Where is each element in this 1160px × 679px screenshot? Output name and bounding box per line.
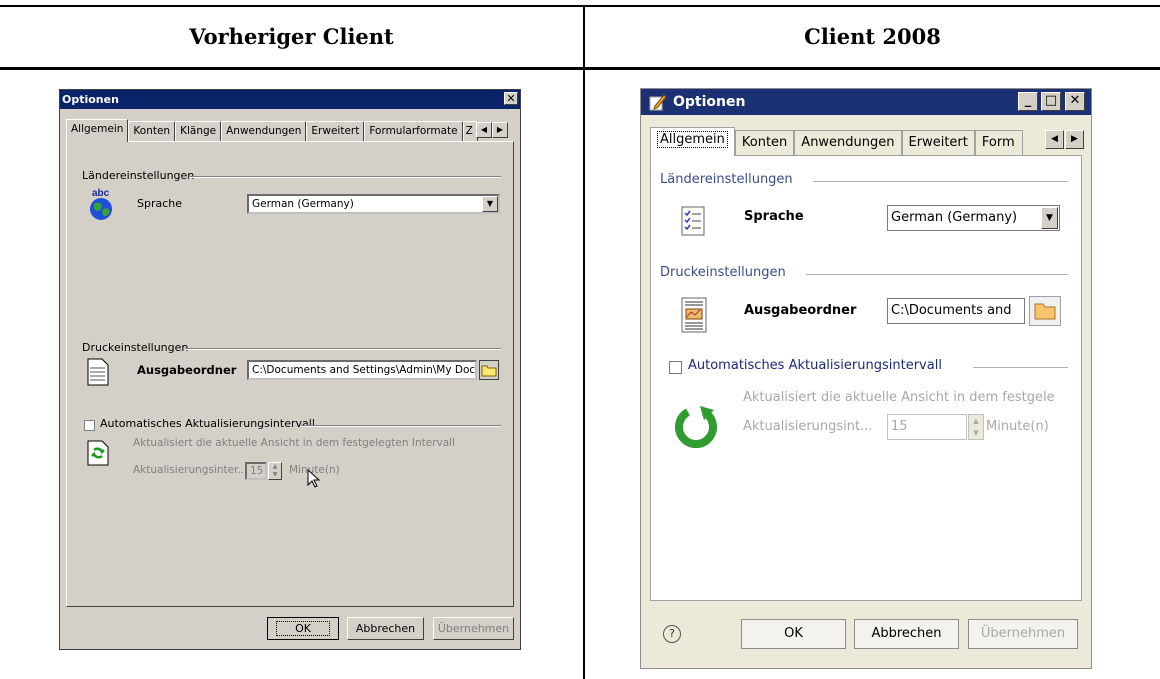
new-refresh-description: Aktualisiert die aktuelle Ansicht in dem… xyxy=(743,390,1055,405)
old-tab-erweitert[interactable]: Erweitert xyxy=(306,121,365,141)
new-print-section-title: Druckeinstellungen xyxy=(660,265,786,280)
old-interval-input[interactable]: 15 xyxy=(245,462,267,480)
new-interval-spinner[interactable]: ▲ ▼ xyxy=(968,414,984,440)
new-tab-konten[interactable]: Konten xyxy=(734,130,795,155)
new-regional-divider xyxy=(813,181,1068,182)
old-options-dialog: Optionen ✕ Allgemein Konten Klänge Anwen… xyxy=(59,89,521,650)
old-ok-label: OK xyxy=(276,621,330,636)
new-tab-erweitert[interactable]: Erweitert xyxy=(901,130,975,155)
old-auto-refresh-label: Automatisches Aktualisierungsintervall xyxy=(100,417,315,430)
pencil-icon xyxy=(649,93,667,111)
new-output-folder-value: C:\Documents and xyxy=(891,303,1012,318)
new-refresh-icon xyxy=(674,404,718,448)
old-language-label: Sprache xyxy=(137,197,183,210)
report-icon xyxy=(681,297,707,333)
new-language-label: Sprache xyxy=(744,209,804,224)
old-print-section-title: Druckeinstellungen xyxy=(82,341,189,354)
new-tab-allgemein-label: Allgemein xyxy=(657,131,728,148)
old-refresh-description: Aktualisiert die aktuelle Ansicht in dem… xyxy=(133,437,455,449)
old-auto-refresh-divider xyxy=(301,425,501,427)
old-tab-anwendungen[interactable]: Anwendungen xyxy=(221,121,307,141)
old-language-value: German (Germany) xyxy=(252,198,354,210)
old-print-divider xyxy=(185,348,501,350)
new-output-folder-input[interactable]: C:\Documents and xyxy=(887,298,1025,324)
document-icon xyxy=(87,358,109,386)
new-tab-scroll-left-icon[interactable]: ◀ xyxy=(1045,130,1064,149)
new-print-divider xyxy=(806,274,1068,275)
column-header-2008: Client 2008 xyxy=(804,24,941,49)
globe-icon: abc xyxy=(85,187,117,221)
old-regional-section-title: Ländereinstellungen xyxy=(82,169,195,182)
maximize-icon[interactable]: □ xyxy=(1041,92,1061,111)
old-language-select[interactable]: German (Germany) xyxy=(247,194,500,214)
old-apply-button[interactable]: Übernehmen xyxy=(433,617,514,640)
new-auto-refresh-checkbox[interactable] xyxy=(669,361,682,374)
new-tab-form[interactable]: Form xyxy=(974,130,1023,155)
new-language-select[interactable]: German (Germany) xyxy=(887,205,1060,231)
old-interval-spinner[interactable]: ▲ ▼ xyxy=(268,462,282,480)
old-auto-refresh-checkbox[interactable] xyxy=(84,420,95,431)
new-ok-button[interactable]: OK xyxy=(741,619,846,649)
new-interval-label: Aktualisierungsint... xyxy=(743,419,873,434)
old-dialog-title: Optionen xyxy=(60,90,520,109)
new-language-value: German (Germany) xyxy=(891,210,1018,225)
minimize-icon[interactable]: _ xyxy=(1018,92,1038,111)
mouse-cursor-icon xyxy=(307,468,323,489)
old-regional-divider xyxy=(189,176,501,178)
old-close-button[interactable]: ✕ xyxy=(504,92,518,105)
column-header-previous: Vorheriger Client xyxy=(189,24,394,49)
help-icon[interactable]: ? xyxy=(663,625,681,643)
new-cancel-button[interactable]: Abbrechen xyxy=(854,619,959,649)
old-output-folder-value: C:\Documents and Settings\Admin\My Doc xyxy=(252,364,476,376)
refresh-icon xyxy=(87,440,109,466)
new-auto-refresh-divider xyxy=(973,367,1068,368)
old-tab-scroll-left-icon[interactable]: ◀ xyxy=(476,122,492,138)
new-auto-refresh-label: Automatisches Aktualisierungsintervall xyxy=(688,358,942,373)
old-language-dropdown-icon[interactable]: ▼ xyxy=(482,196,498,212)
new-tab-strip: Allgemein Konten Anwendungen Erweitert F… xyxy=(650,127,1023,156)
table-column-divider xyxy=(583,7,585,679)
old-tab-klaenge[interactable]: Klänge xyxy=(175,121,222,141)
old-regional-icon-label: abc xyxy=(92,188,110,199)
new-tab-scroll-right-icon[interactable]: ▶ xyxy=(1065,130,1084,149)
old-interval-value: 15 xyxy=(250,465,264,477)
new-tab-allgemein[interactable]: Allgemein xyxy=(650,127,735,156)
new-apply-button[interactable]: Übernehmen xyxy=(968,619,1078,649)
old-output-folder-label: Ausgabeordner xyxy=(137,363,237,377)
table-header-rule xyxy=(0,67,1160,70)
new-language-dropdown-icon[interactable]: ▼ xyxy=(1041,207,1058,229)
old-cancel-button[interactable]: Abbrechen xyxy=(347,617,424,640)
new-output-folder-label: Ausgabeordner xyxy=(744,303,857,318)
old-output-folder-input[interactable]: C:\Documents and Settings\Admin\My Doc xyxy=(247,360,477,380)
old-tab-strip: Allgemein Konten Klänge Anwendungen Erwe… xyxy=(66,119,478,142)
new-interval-value: 15 xyxy=(891,419,908,434)
old-browse-folder-icon[interactable] xyxy=(479,360,499,380)
new-interval-unit: Minute(n) xyxy=(986,419,1049,434)
new-tab-anwendungen[interactable]: Anwendungen xyxy=(794,130,902,155)
new-interval-input[interactable]: 15 xyxy=(887,414,967,440)
new-tab-panel: Ländereinstellungen Sprache German (Germ… xyxy=(650,155,1082,601)
checklist-icon xyxy=(681,205,707,237)
new-browse-folder-icon[interactable] xyxy=(1029,296,1061,326)
new-close-icon[interactable]: ✕ xyxy=(1065,92,1085,111)
new-options-dialog: Optionen _ □ ✕ Allgemein Konten Anwendun… xyxy=(640,88,1092,669)
old-tab-allgemein[interactable]: Allgemein xyxy=(66,119,129,142)
old-ok-button[interactable]: OK xyxy=(267,617,339,640)
old-tab-formularformate[interactable]: Formularformate xyxy=(364,121,463,141)
old-tab-scroll-right-icon[interactable]: ▶ xyxy=(492,122,508,138)
old-tab-konten[interactable]: Konten xyxy=(128,121,176,141)
old-tab-panel: Ländereinstellungen abc Sprache German (… xyxy=(66,141,514,607)
new-regional-section-title: Ländereinstellungen xyxy=(660,172,793,187)
old-interval-label: Aktualisierungsinter... xyxy=(133,464,248,476)
